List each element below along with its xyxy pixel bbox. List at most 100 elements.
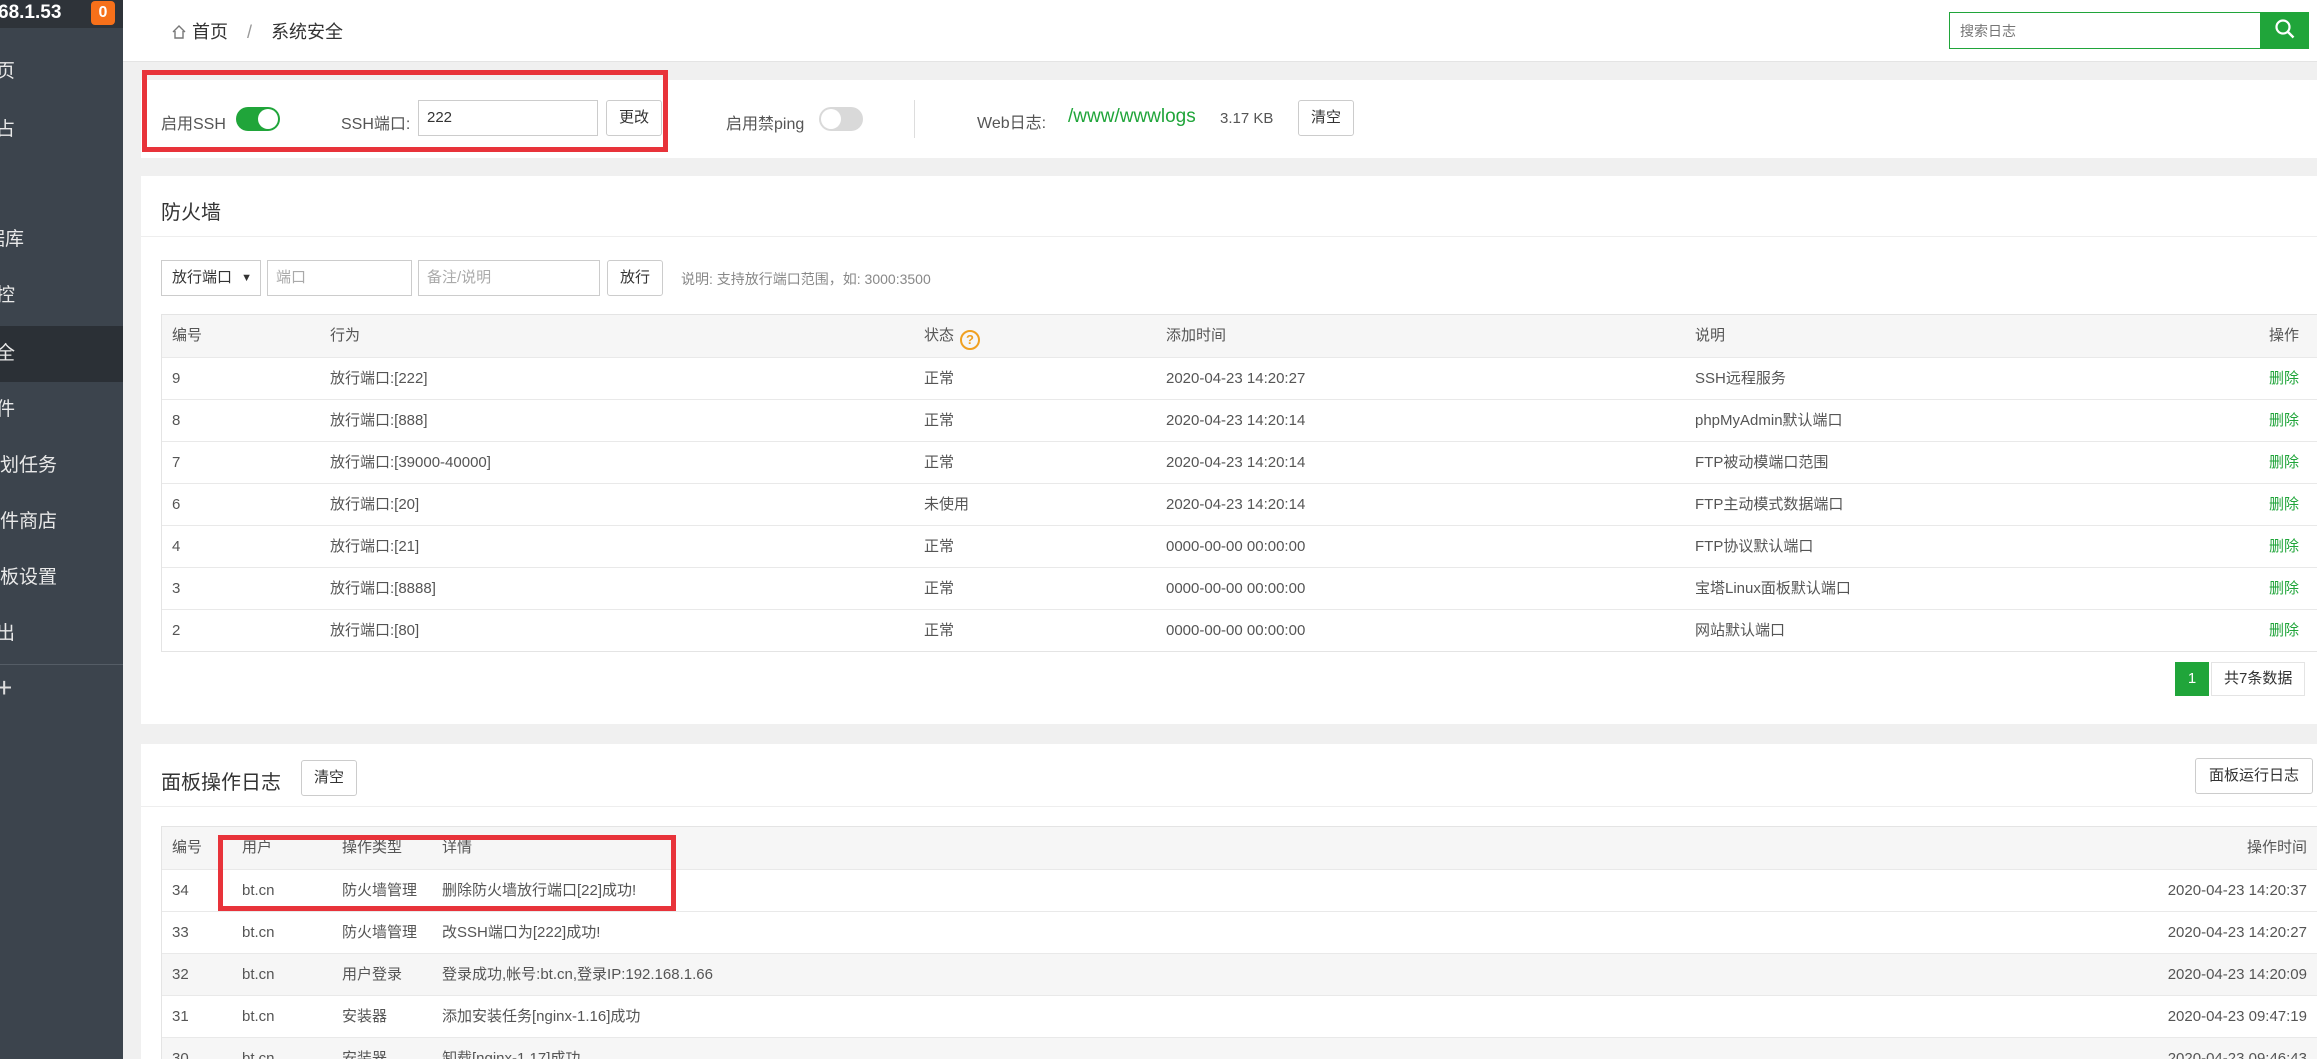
- ping-toggle[interactable]: [819, 107, 863, 131]
- table-cell: 放行端口:[8888]: [330, 580, 436, 597]
- pager-current[interactable]: 1: [2175, 662, 2209, 696]
- table-cell: 用户登录: [342, 966, 403, 983]
- ping-label: 启用禁ping: [726, 116, 805, 133]
- table-cell: 2020-04-23 14:20:27: [1166, 370, 1306, 387]
- table-cell: 2020-04-23 09:47:19: [2167, 1008, 2307, 1025]
- table-cell: 添加安装任务[nginx-1.16]成功: [442, 1008, 641, 1025]
- sidebar-item-monitor[interactable]: 控: [0, 268, 123, 324]
- table-row: 30 bt.cn 安装器 卸载[nginx-1.17]成功 2020-04-23 09:…: [162, 1037, 2317, 1059]
- search-button[interactable]: [2261, 12, 2309, 49]
- chevron-down-icon: ▼: [241, 272, 252, 284]
- topbar: 首页 / 系统安全: [123, 0, 2317, 62]
- delete-link[interactable]: 删除: [2269, 568, 2299, 610]
- table-cell: bt.cn: [242, 966, 275, 983]
- table-cell: 2020-04-23 14:20:14: [1166, 496, 1306, 513]
- table-cell: 32: [172, 966, 189, 983]
- table-cell: 正常: [924, 580, 955, 597]
- table-cell: 8: [172, 412, 181, 429]
- sidebar-item-database[interactable]: 据库: [0, 212, 123, 268]
- col-header: 操作: [2269, 327, 2300, 344]
- panel-run-log-button[interactable]: 面板运行日志: [2195, 758, 2313, 794]
- col-header: 行为: [330, 327, 361, 344]
- table-cell: 未使用: [924, 496, 970, 513]
- sidebar-item-settings[interactable]: 面板设置: [0, 550, 123, 606]
- table-cell: FTP主动模式数据端口: [1695, 496, 1844, 513]
- note-input[interactable]: 备注/说明: [418, 260, 600, 296]
- sidebar-item-label: 页: [0, 61, 16, 82]
- table-row: 4 放行端口:[21] 正常 0000-00-00 00:00:00 FTP协议默认端口…: [162, 525, 2317, 567]
- table-cell: 宝塔Linux面板默认端口: [1695, 580, 1851, 597]
- sidebar-item-label: 占: [0, 119, 16, 140]
- table-row: 8 放行端口:[888] 正常 2020-04-23 14:20:14 phpMyAdm…: [162, 399, 2317, 441]
- delete-link[interactable]: 删除: [2269, 400, 2299, 442]
- highlight-box: [218, 835, 676, 911]
- sidebar-item-store[interactable]: 软件商店: [0, 494, 123, 550]
- allow-port-button[interactable]: 放行: [607, 260, 663, 296]
- table-header: 编号 行为 状态? 添加时间 说明 操作: [162, 315, 2317, 357]
- table-cell: 防火墙管理: [342, 924, 418, 941]
- table-cell: 正常: [924, 454, 955, 471]
- table-cell: 安装器: [342, 1050, 388, 1059]
- col-header: 编号: [172, 839, 203, 856]
- table-cell: 正常: [924, 538, 955, 555]
- table-cell: bt.cn: [242, 1050, 275, 1059]
- sidebar-item-label: 面板设置: [0, 567, 58, 588]
- table-cell: 0000-00-00 00:00:00: [1166, 580, 1306, 597]
- sidebar-item-files[interactable]: 件: [0, 382, 123, 438]
- rule-type-select[interactable]: 放行端口 ▼: [161, 260, 261, 296]
- clear-oplog-button[interactable]: 清空: [301, 760, 357, 796]
- delete-link[interactable]: 删除: [2269, 484, 2299, 526]
- pager-total: 共7条数据: [2211, 662, 2306, 696]
- delete-link[interactable]: 删除: [2269, 526, 2299, 568]
- table-cell: 7: [172, 454, 181, 471]
- sidebar-item-logout[interactable]: 出: [0, 606, 123, 662]
- sidebar-item-home[interactable]: 页: [0, 44, 123, 100]
- col-header: 说明: [1695, 327, 1726, 344]
- clear-weblog-button[interactable]: 清空: [1298, 100, 1354, 136]
- table-cell: 4: [172, 538, 181, 555]
- sidebar-item-label: 控: [0, 285, 16, 306]
- table-cell: 正常: [924, 370, 955, 387]
- port-input[interactable]: 端口: [267, 260, 412, 296]
- add-icon[interactable]: +: [0, 670, 12, 706]
- table-row: 33 bt.cn 防火墙管理 改SSH端口为[222]成功! 2020-04-23 14…: [162, 911, 2317, 953]
- sidebar: 68.1.53 0 页 占 据库 控 全 件 计划任务 软件商店 面板设置 出 …: [0, 0, 123, 1059]
- sidebar-item-security[interactable]: 全: [0, 326, 123, 382]
- sidebar-item-label: 全: [0, 343, 16, 364]
- table-row: 9 放行端口:[222] 正常 2020-04-23 14:20:27 SSH远程服务 删…: [162, 357, 2317, 399]
- divider: [141, 806, 2317, 807]
- search-icon: [2275, 19, 2295, 39]
- table-cell: 3: [172, 580, 181, 597]
- toggle-knob: [821, 109, 841, 129]
- weblog-path-link[interactable]: /www/wwwlogs: [1068, 106, 1196, 128]
- firewall-panel: 防火墙 放行端口 ▼ 端口 备注/说明 放行 说明: 支持放行端口范围，如: 3…: [141, 176, 2317, 724]
- table-cell: 放行端口:[21]: [330, 538, 420, 555]
- sidebar-item-cron[interactable]: 计划任务: [0, 438, 123, 494]
- table-cell: 34: [172, 882, 189, 899]
- sidebar-item-site[interactable]: 占: [0, 102, 123, 158]
- firewall-title: 防火墙: [161, 202, 221, 224]
- table-cell: 放行端口:[888]: [330, 412, 428, 429]
- weblog-label: Web日志:: [977, 115, 1047, 132]
- sidebar-item-label: 计划任务: [0, 455, 58, 476]
- table-cell: 安装器: [342, 1008, 388, 1025]
- select-value: 放行端口: [172, 269, 233, 286]
- sidebar-header: 68.1.53 0: [0, 0, 123, 28]
- table-cell: 卸载[nginx-1.17]成功: [442, 1050, 581, 1059]
- breadcrumb-home[interactable]: 首页: [192, 22, 228, 42]
- table-cell: 正常: [924, 412, 955, 429]
- sidebar-item-label: 软件商店: [0, 511, 58, 532]
- notification-badge[interactable]: 0: [91, 1, 115, 25]
- table-cell: 31: [172, 1008, 189, 1025]
- table-cell: 0000-00-00 00:00:00: [1166, 538, 1306, 555]
- weblog-size: 3.17 KB: [1220, 110, 1274, 127]
- delete-link[interactable]: 删除: [2269, 358, 2299, 400]
- table-cell: 放行端口:[222]: [330, 370, 428, 387]
- help-icon[interactable]: ?: [960, 330, 981, 350]
- firewall-table: 编号 行为 状态? 添加时间 说明 操作 9 放行端口:[222] 正常 2020-0…: [161, 314, 2317, 652]
- delete-link[interactable]: 删除: [2269, 442, 2299, 484]
- delete-link[interactable]: 删除: [2269, 610, 2299, 652]
- home-icon: [172, 25, 186, 39]
- col-header: 添加时间: [1166, 327, 1227, 344]
- search-input[interactable]: [1949, 12, 2261, 49]
